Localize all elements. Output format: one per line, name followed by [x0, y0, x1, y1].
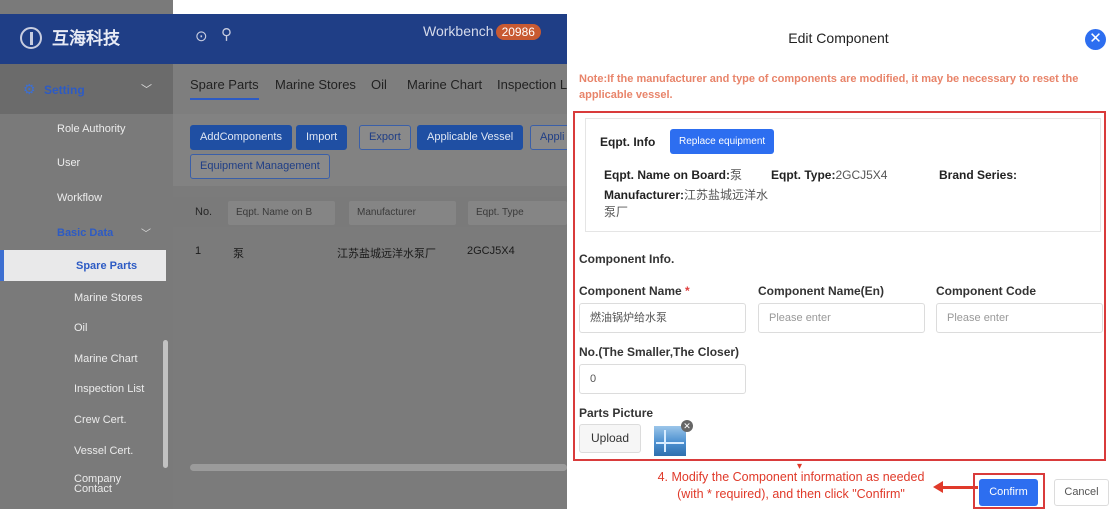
eqpt-type-label: Eqpt. Type: [771, 168, 836, 182]
component-code-label: Component Code [936, 284, 1036, 298]
main-content: Spare Parts Marine Stores Oil Marine Cha… [173, 64, 575, 509]
eqpt-name-value: 泵 [730, 168, 743, 182]
dialog-title: Edit Component [788, 30, 889, 46]
col-manufacturer-filter[interactable]: Manufacturer [349, 201, 456, 225]
import-button[interactable]: Import [296, 125, 348, 150]
instruction-annotation: 4. Modify the Component information as n… [631, 469, 951, 503]
sidebar-item-vessel-cert[interactable]: Vessel Cert. [74, 445, 133, 457]
brand-name: 互海科技 [52, 29, 120, 48]
col-eqpt-name-filter[interactable]: Eqpt. Name on B [228, 201, 335, 225]
add-components-button[interactable]: AddComponents [190, 125, 292, 150]
eqpt-type-value: 2GCJ5X4 [835, 168, 888, 182]
close-icon[interactable]: ✕ [1085, 29, 1106, 50]
highlight-box: Eqpt. Info Replace equipment Eqpt. Name … [573, 111, 1106, 461]
spare-parts-label: Spare Parts [76, 260, 138, 272]
search-icon[interactable]: ⚲ [221, 25, 232, 43]
setting-label: Setting [44, 83, 85, 97]
eqpt-name-field: Eqpt. Name on Board:泵 [604, 167, 742, 184]
sidebar: 互海科技 ⚙ Setting ﹀ Role Authority User Wor… [0, 0, 173, 509]
cancel-button[interactable]: Cancel [1054, 479, 1109, 506]
replace-equipment-button[interactable]: Replace equipment [670, 129, 775, 154]
manufacturer-value-line1: 江苏盐城远洋水 [684, 188, 769, 202]
logo-icon [20, 27, 42, 49]
circle-arrow-icon[interactable]: ⊙ [195, 27, 208, 45]
cell-manufacturer: 江苏盐城远洋水泵厂 [337, 248, 436, 260]
applicable-vessel-button[interactable]: Applicable Vessel [417, 125, 524, 150]
component-info-title: Component Info. [579, 252, 675, 266]
component-name-input[interactable]: 燃油锅炉给水泵 [579, 303, 746, 333]
sidebar-item-marine-chart[interactable]: Marine Chart [74, 353, 138, 365]
sort-number-label: No.(The Smaller,The Closer) [579, 345, 740, 359]
sort-number-input[interactable]: 0 [579, 364, 746, 394]
sidebar-item-setting[interactable]: ⚙ Setting ﹀ [0, 64, 173, 114]
sidebar-item-basic-data[interactable]: Basic Data ﹀ [57, 227, 151, 240]
chevron-down-icon: ﹀ [141, 84, 152, 96]
eqpt-type-field: Eqpt. Type:2GCJ5X4 [771, 167, 887, 184]
component-name-label: Component Name * [579, 284, 690, 298]
toolbar: AddComponents Import Export Applicable V… [173, 114, 575, 186]
horizontal-scrollbar[interactable] [190, 464, 567, 471]
workbench-link[interactable]: Workbench 20986 [423, 23, 541, 40]
sidebar-item-marine-stores[interactable]: Marine Stores [74, 292, 142, 304]
tab-marine-chart[interactable]: Marine Chart [407, 77, 482, 92]
instruction-line-1: 4. Modify the Component information as n… [657, 470, 925, 484]
eqpt-name-label: Eqpt. Name on Board: [604, 168, 731, 182]
col-no: No. [195, 206, 213, 218]
component-name-en-input[interactable]: Please enter [758, 303, 925, 333]
gear-icon: ⚙ [23, 81, 36, 97]
cell-eqpt-name: 泵 [233, 248, 244, 260]
sidebar-item-workflow[interactable]: Workflow [57, 192, 102, 204]
brand-series-label: Brand Series: [939, 168, 1018, 182]
brand-series-field: Brand Series: [939, 167, 1017, 184]
cell-eqpt-type: 2GCJ5X4 [467, 245, 515, 257]
instruction-line-2: (with * required), and then click "Confi… [677, 487, 905, 501]
tab-inspection-list[interactable]: Inspection L [497, 77, 567, 92]
tab-spare-parts[interactable]: Spare Parts [190, 77, 259, 100]
sidebar-item-user[interactable]: User [57, 157, 80, 169]
sidebar-item-spare-parts[interactable]: Spare Parts [0, 250, 166, 281]
cell-no: 1 [195, 245, 202, 257]
tab-oil[interactable]: Oil [371, 77, 387, 92]
workbench-label: Workbench [423, 23, 494, 39]
sidebar-item-role-authority[interactable]: Role Authority [57, 123, 125, 135]
export-button[interactable]: Export [359, 125, 411, 150]
parts-picture-label: Parts Picture [579, 406, 654, 420]
col-eqpt-type-filter[interactable]: Eqpt. Type [468, 201, 567, 225]
dialog-note: Note:If the manufacturer and type of com… [579, 73, 1079, 101]
sidebar-item-inspection-list[interactable]: Inspection List [74, 383, 144, 395]
edit-component-dialog: Edit Component ✕ Note:If the manufacture… [567, 14, 1110, 509]
component-name-en-label: Component Name(En) [758, 284, 884, 298]
required-mark: * [685, 284, 690, 298]
remove-picture-icon[interactable]: ✕ [681, 420, 693, 432]
component-code-input[interactable]: Please enter [936, 303, 1103, 333]
sidebar-item-oil[interactable]: Oil [74, 322, 87, 334]
sidebar-item-company-contact[interactable]: Company Contact [74, 474, 124, 495]
manufacturer-value-line2: 泵厂 [604, 205, 629, 219]
confirm-button[interactable]: Confirm [979, 479, 1038, 506]
sidebar-item-crew-cert[interactable]: Crew Cert. [74, 414, 127, 426]
tabs-bar: Spare Parts Marine Stores Oil Marine Cha… [173, 64, 567, 114]
workbench-badge: 20986 [495, 24, 541, 40]
manufacturer-label: Manufacturer: [604, 188, 685, 202]
upload-button[interactable]: Upload [579, 424, 641, 453]
brand-header: 互海科技 [0, 14, 173, 64]
chevron-down-icon: ﹀ [141, 229, 151, 240]
tab-marine-stores[interactable]: Marine Stores [275, 77, 356, 92]
basic-data-label: Basic Data [57, 227, 114, 239]
equipment-management-button[interactable]: Equipment Management [190, 154, 330, 179]
eqpt-info-card: Eqpt. Info Replace equipment Eqpt. Name … [585, 118, 1101, 232]
top-bar: ⊙ ⚲ Workbench 20986 [173, 14, 567, 64]
parts-picture-thumbnail[interactable] [654, 426, 686, 456]
eqpt-info-title: Eqpt. Info [600, 135, 656, 149]
sidebar-scrollbar[interactable] [163, 340, 168, 468]
manufacturer-field: Manufacturer:江苏盐城远洋水 泵厂 [604, 187, 774, 221]
table-header: No. Eqpt. Name on B Manufacturer Eqpt. T… [173, 197, 567, 227]
component-name-label-text: Component Name [579, 284, 682, 298]
